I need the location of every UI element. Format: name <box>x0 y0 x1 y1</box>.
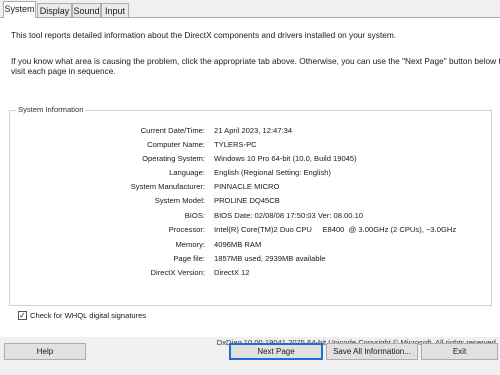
info-row-memory: Memory: 4096MB RAM <box>10 239 490 251</box>
info-value: Intel(R) Core(TM)2 Duo CPU E8400 @ 3.00G… <box>214 225 457 234</box>
info-value: BIOS Date: 02/08/08 17:50:03 Ver: 08.00.… <box>214 211 364 220</box>
info-row-directx-version: DirectX Version: DirectX 12 <box>10 267 490 279</box>
system-information-group: System Information Current Date/Time: 21… <box>9 105 492 306</box>
info-label: DirectX Version: <box>150 268 205 277</box>
info-row-date-time: Current Date/Time: 21 April 2023, 12:47:… <box>10 125 490 137</box>
info-row-bios: BIOS: BIOS Date: 02/08/08 17:50:03 Ver: … <box>10 210 490 222</box>
info-label: Operating System: <box>142 154 205 163</box>
intro-text-line-3: visit each page in sequence. <box>11 66 116 76</box>
exit-button[interactable]: Exit <box>421 343 498 360</box>
info-row-page-file: Page file: 1857MB used, 2939MB available <box>10 253 490 265</box>
info-value: PROLINE DQ45CB <box>214 196 280 205</box>
info-row-processor: Processor: Intel(R) Core(TM)2 Duo CPU E8… <box>10 224 490 236</box>
info-row-language: Language: English (Regional Setting: Eng… <box>10 167 490 179</box>
intro-text-line-1: This tool reports detailed information a… <box>11 30 397 40</box>
info-value: English (Regional Setting: English) <box>214 168 331 177</box>
next-page-button[interactable]: Next Page <box>229 343 323 360</box>
tab-display[interactable]: Display <box>37 3 72 17</box>
info-label: Language: <box>169 168 205 177</box>
info-value: PINNACLE MICRO <box>214 182 280 191</box>
info-row-system-model: System Model: PROLINE DQ45CB <box>10 195 490 207</box>
info-label: Page file: <box>173 254 205 263</box>
info-label: System Model: <box>154 196 205 205</box>
info-label: BIOS: <box>184 211 205 220</box>
info-label: Computer Name: <box>147 140 205 149</box>
info-value: DirectX 12 <box>214 268 250 277</box>
info-value: 4096MB RAM <box>214 240 262 249</box>
info-label: Current Date/Time: <box>140 126 205 135</box>
info-row-computer-name: Computer Name: TYLERS-PC <box>10 139 490 151</box>
whql-checkbox[interactable]: ✓ <box>18 311 27 320</box>
info-value: TYLERS-PC <box>214 140 257 149</box>
info-row-system-manufacturer: System Manufacturer: PINNACLE MICRO <box>10 181 490 193</box>
info-row-operating-system: Operating System: Windows 10 Pro 64-bit … <box>10 153 490 165</box>
info-label: Memory: <box>175 240 205 249</box>
tab-input[interactable]: Input <box>101 3 129 17</box>
whql-checkbox-label[interactable]: Check for WHQL digital signatures <box>30 310 146 321</box>
group-title: System Information <box>16 105 86 114</box>
save-all-information-button[interactable]: Save All Information... <box>326 343 418 360</box>
tab-sound[interactable]: Sound <box>72 3 101 17</box>
info-value: 1857MB used, 2939MB available <box>214 254 326 263</box>
info-value: Windows 10 Pro 64-bit (10.0, Build 19045… <box>214 154 357 163</box>
system-tab-panel: This tool reports detailed information a… <box>0 17 500 347</box>
tab-strip: System Display Sound Input <box>0 0 500 18</box>
info-value: 21 April 2023, 12:47:34 <box>214 126 293 135</box>
info-label: Processor: <box>168 225 205 234</box>
help-button[interactable]: Help <box>4 343 86 360</box>
tab-system[interactable]: System <box>3 1 36 18</box>
info-label: System Manufacturer: <box>130 182 205 191</box>
